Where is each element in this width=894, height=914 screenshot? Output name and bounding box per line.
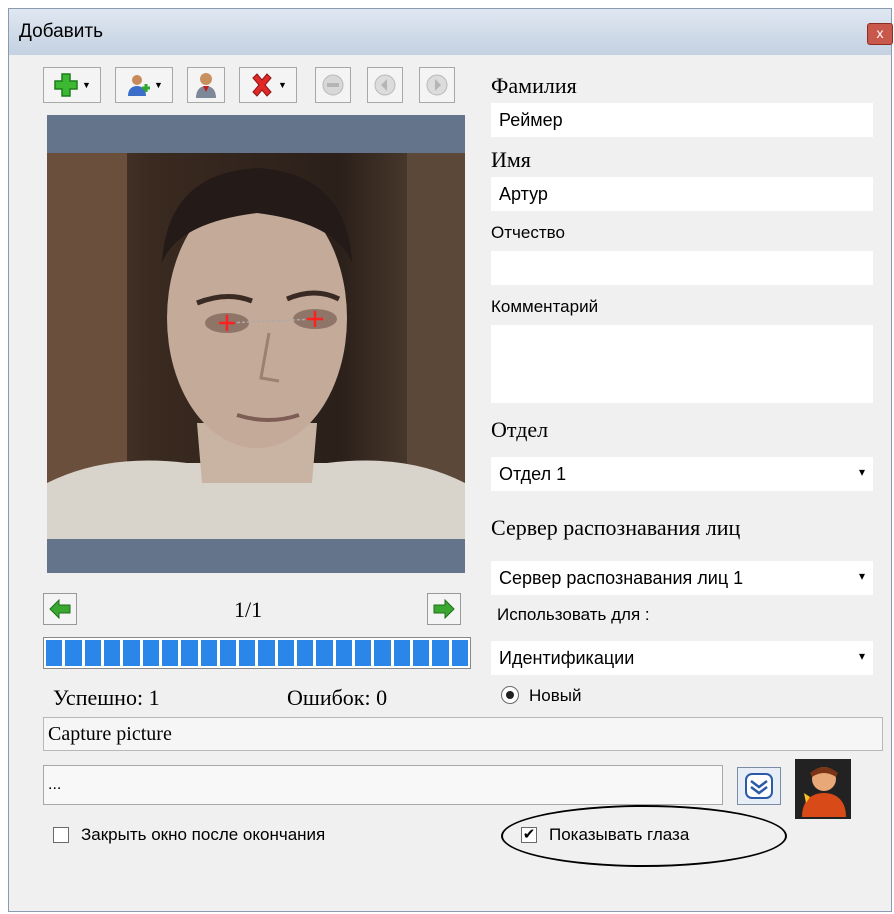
progress-segment bbox=[258, 640, 275, 666]
progress-segment bbox=[123, 640, 140, 666]
progress-segment bbox=[297, 640, 314, 666]
title-bar[interactable]: Добавить x bbox=[9, 9, 893, 55]
progress-segment bbox=[200, 640, 217, 666]
middle-name-label: Отчество bbox=[491, 223, 565, 242]
window-title: Добавить bbox=[19, 21, 103, 42]
avatar[interactable] bbox=[795, 759, 851, 819]
server-value: Сервер распознавания лиц 1 bbox=[499, 567, 744, 588]
capture-label: Capture picture bbox=[43, 717, 883, 751]
progress-segment bbox=[451, 640, 468, 666]
next-photo-button[interactable] bbox=[427, 593, 461, 625]
middle-name-input[interactable] bbox=[491, 251, 873, 285]
green-left-arrow-icon bbox=[49, 599, 71, 619]
first-name-input[interactable]: Артур bbox=[491, 177, 873, 211]
chevron-down-icon: ▼ bbox=[278, 80, 287, 90]
new-radio[interactable] bbox=[501, 686, 519, 704]
chevron-down-icon: ▼ bbox=[154, 80, 163, 90]
progress-segment bbox=[84, 640, 101, 666]
close-button[interactable]: x bbox=[867, 23, 893, 45]
prev-button[interactable] bbox=[367, 67, 403, 103]
add-button[interactable]: ▼ bbox=[43, 67, 101, 103]
use-for-label: Использовать для : bbox=[497, 605, 650, 624]
person-button[interactable] bbox=[187, 67, 225, 103]
server-label: Сервер распознавания лиц bbox=[491, 515, 741, 540]
user-icon bbox=[196, 73, 216, 98]
show-eyes-checkbox[interactable]: ✔ bbox=[521, 827, 537, 843]
progress-segment bbox=[355, 640, 372, 666]
last-name-input[interactable]: Реймер bbox=[491, 103, 873, 137]
progress-segment bbox=[219, 640, 237, 666]
progress-segment bbox=[46, 640, 63, 666]
progress-segment bbox=[181, 640, 198, 666]
collapse-button[interactable] bbox=[737, 767, 781, 805]
dropdown-arrow-icon: ▾ bbox=[858, 569, 865, 583]
progress-segment bbox=[374, 640, 391, 666]
progress-bar bbox=[43, 637, 471, 669]
user-add-icon bbox=[128, 75, 151, 96]
capture-path-input[interactable]: ... bbox=[43, 765, 723, 805]
delete-button[interactable]: ▼ bbox=[239, 67, 297, 103]
show-eyes-label: Показывать глаза bbox=[549, 825, 690, 844]
success-count: Успешно: 1 bbox=[53, 685, 160, 710]
face-photo[interactable] bbox=[47, 153, 465, 539]
photo-frame bbox=[47, 115, 465, 573]
progress-segment bbox=[335, 640, 352, 666]
close-after-checkbox[interactable] bbox=[53, 827, 69, 843]
progress-segment bbox=[239, 640, 256, 666]
add-person-button[interactable]: ▼ bbox=[115, 67, 173, 103]
use-for-select[interactable]: Идентификации ▾ bbox=[491, 641, 873, 675]
stop-icon bbox=[322, 74, 344, 96]
last-name-label: Фамилия bbox=[491, 73, 577, 98]
new-radio-label: Новый bbox=[529, 686, 582, 705]
green-plus-icon bbox=[54, 73, 78, 97]
comment-textarea[interactable] bbox=[491, 325, 873, 403]
error-count: Ошибок: 0 bbox=[287, 685, 388, 710]
red-x-icon bbox=[252, 73, 272, 97]
face-image bbox=[47, 153, 465, 539]
chevron-down-icon: ▼ bbox=[82, 80, 91, 90]
progress-segment bbox=[393, 640, 410, 666]
progress-segment bbox=[65, 640, 82, 666]
progress-segment bbox=[161, 640, 179, 666]
progress-segment bbox=[142, 640, 159, 666]
first-name-label: Имя bbox=[491, 147, 531, 172]
progress-segment bbox=[277, 640, 295, 666]
radio-dot-icon bbox=[506, 691, 514, 699]
close-after-label: Закрыть окно после окончания bbox=[81, 825, 326, 844]
progress-segment bbox=[432, 640, 449, 666]
right-arrow-icon bbox=[426, 74, 448, 96]
dropdown-arrow-icon: ▾ bbox=[858, 465, 865, 479]
user-avatar-icon bbox=[802, 767, 846, 817]
add-dialog-window: Добавить x ▼ ▼ ▼ 1/1 Успешно: 1 Ошибок: … bbox=[8, 8, 893, 912]
progress-segment bbox=[103, 640, 121, 666]
left-arrow-icon bbox=[374, 74, 396, 96]
department-select[interactable]: Отдел 1 ▾ bbox=[491, 457, 873, 491]
server-select[interactable]: Сервер распознавания лиц 1 ▾ bbox=[491, 561, 873, 595]
use-for-value: Идентификации bbox=[499, 647, 635, 668]
double-chevron-down-icon bbox=[745, 773, 773, 799]
prev-photo-button[interactable] bbox=[43, 593, 77, 625]
progress-segment bbox=[412, 640, 430, 666]
photo-counter: 1/1 bbox=[234, 597, 263, 622]
department-value: Отдел 1 bbox=[499, 463, 567, 484]
dropdown-arrow-icon: ▾ bbox=[858, 649, 865, 663]
department-label: Отдел bbox=[491, 417, 549, 442]
green-right-arrow-icon bbox=[433, 599, 455, 619]
next-button[interactable] bbox=[419, 67, 455, 103]
comment-label: Комментарий bbox=[491, 297, 599, 316]
stop-button[interactable] bbox=[315, 67, 351, 103]
progress-segment bbox=[316, 640, 333, 666]
